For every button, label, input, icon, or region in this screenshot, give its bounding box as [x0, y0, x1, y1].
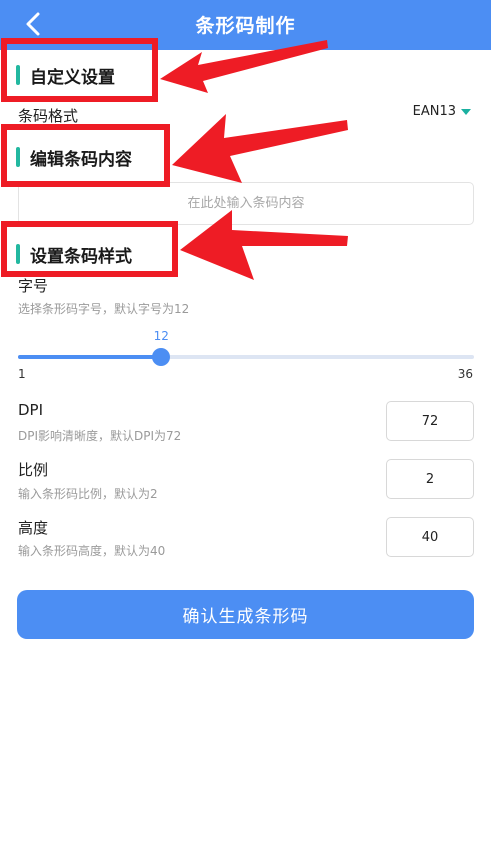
- annotation-arrow-icon: [160, 40, 328, 93]
- dpi-label: DPI: [18, 401, 44, 419]
- annotation-box: [1, 38, 158, 102]
- font-size-label: 字号: [18, 277, 49, 295]
- slider-min-label: 1: [18, 367, 26, 381]
- font-size-hint: 选择条形码字号，默认字号为12: [18, 302, 190, 316]
- ratio-hint: 输入条形码比例，默认为2: [18, 487, 158, 501]
- page-title: 条形码制作: [195, 15, 296, 37]
- annotation-box: [1, 221, 178, 277]
- format-label: 条码格式: [18, 107, 79, 125]
- generate-barcode-button[interactable]: 确认生成条形码: [17, 590, 474, 639]
- slider-max-label: 36: [457, 367, 473, 381]
- annotation-arrow-icon: [180, 210, 348, 280]
- slider-value: 12: [153, 329, 169, 343]
- format-value: EAN13: [412, 104, 456, 119]
- height-label: 高度: [18, 519, 49, 537]
- slider-fill: [18, 355, 162, 359]
- ratio-label: 比例: [18, 461, 49, 479]
- height-input[interactable]: [386, 517, 474, 557]
- format-select[interactable]: EAN13: [413, 104, 471, 119]
- dpi-input[interactable]: [386, 401, 474, 441]
- slider-thumb[interactable]: [152, 348, 171, 366]
- height-hint: 输入条形码高度，默认为40: [18, 544, 166, 558]
- annotation-box: [1, 124, 170, 187]
- dpi-hint: DPI影响清晰度，默认DPI为72: [18, 429, 182, 443]
- triangle-down-icon: [461, 108, 471, 115]
- ratio-input[interactable]: [386, 459, 474, 499]
- annotation-arrow-icon: [172, 114, 348, 183]
- font-size-slider[interactable]: [18, 348, 474, 366]
